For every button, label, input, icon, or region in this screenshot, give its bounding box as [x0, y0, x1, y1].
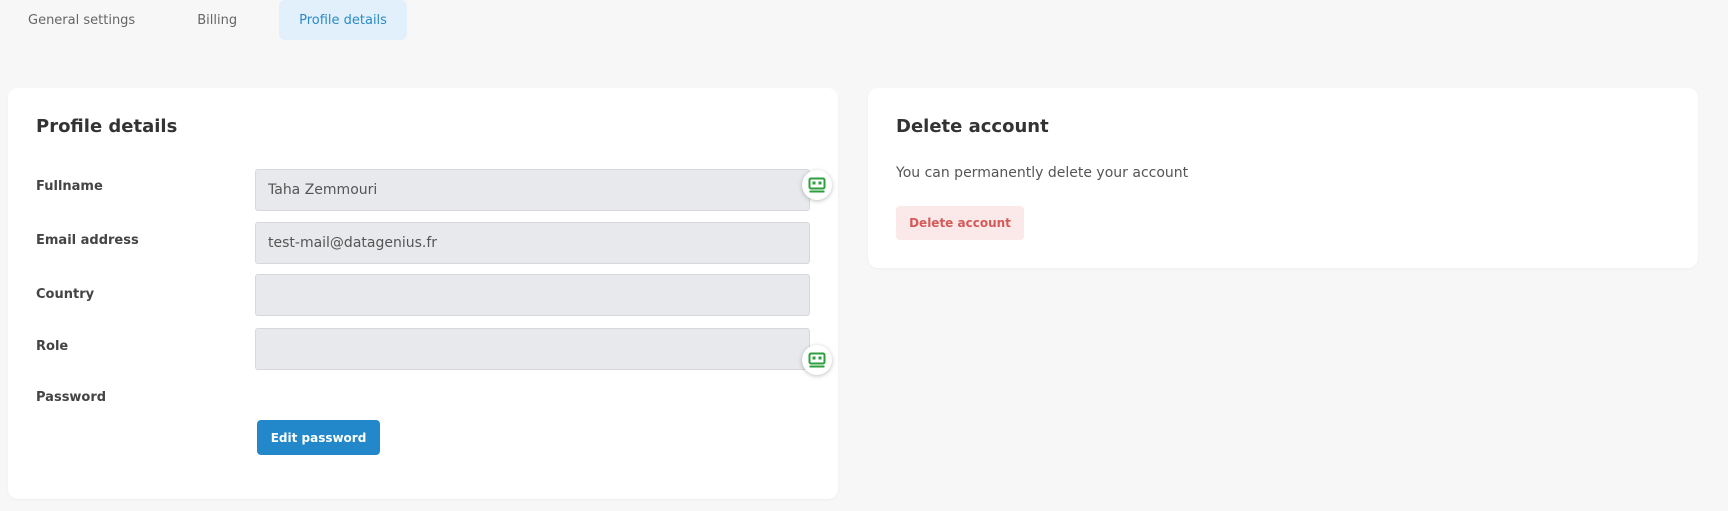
password-manager-icon[interactable] [802, 345, 832, 375]
tab-billing[interactable]: Billing [177, 0, 257, 40]
tab-profile-details[interactable]: Profile details [279, 0, 407, 40]
tab-bar: General settings Billing Profile details [8, 0, 407, 40]
email-input[interactable] [255, 222, 810, 264]
delete-account-button[interactable]: Delete account [896, 206, 1024, 240]
tab-general-settings[interactable]: General settings [8, 0, 155, 40]
delete-account-card: Delete account You can permanently delet… [868, 88, 1698, 268]
profile-details-title: Profile details [36, 116, 178, 137]
edit-password-button[interactable]: Edit password [257, 420, 380, 455]
country-label: Country [36, 287, 95, 302]
country-input[interactable] [255, 274, 810, 316]
password-label: Password [36, 390, 107, 405]
role-label: Role [36, 339, 69, 354]
password-manager-icon[interactable] [802, 170, 832, 200]
fullname-input[interactable] [255, 169, 810, 211]
delete-account-description: You can permanently delete your account [896, 165, 1189, 181]
delete-account-title: Delete account [896, 116, 1049, 137]
profile-details-card: Profile details Fullname Email address C… [8, 88, 838, 499]
email-label: Email address [36, 233, 139, 248]
fullname-label: Fullname [36, 179, 103, 194]
role-input[interactable] [255, 328, 810, 370]
